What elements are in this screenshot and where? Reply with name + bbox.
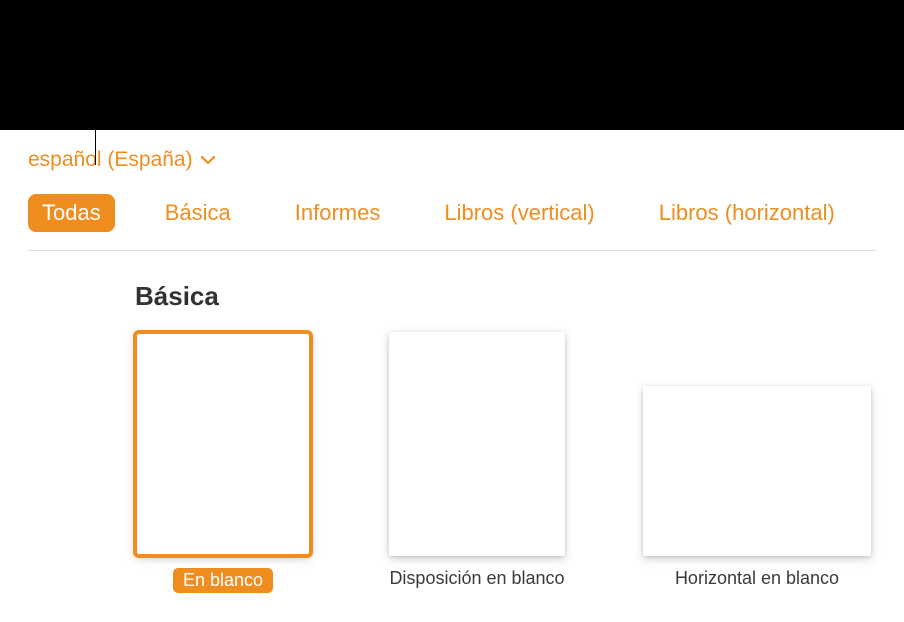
tab-libros-vertical[interactable]: Libros (vertical) [430,194,608,232]
template-blank-horizontal[interactable]: Horizontal en blanco [643,332,871,589]
template-thumbnail-blank [135,332,311,556]
category-tabs: Todas Básica Informes Libros (vertical) … [28,194,876,251]
tab-libros-horizontal[interactable]: Libros (horizontal) [645,194,849,232]
template-label-blank-horizontal: Horizontal en blanco [675,568,839,589]
chevron-down-icon [201,155,215,165]
template-label-blank-layout: Disposición en blanco [389,568,564,589]
language-label: español (España) [28,148,193,172]
template-thumbnail-blank-layout [389,332,565,556]
callout-line [95,88,96,165]
tab-todas[interactable]: Todas [28,194,115,232]
template-label-blank: En blanco [173,568,273,593]
header: español (España) Todas Básica Informes L… [0,130,904,251]
template-blank[interactable]: En blanco [135,332,311,593]
template-thumbnail-blank-horizontal [643,386,871,556]
language-selector[interactable]: español (España) [28,148,215,172]
tab-basica[interactable]: Básica [151,194,245,232]
template-blank-layout[interactable]: Disposición en blanco [389,332,565,589]
templates-panel: Básica En blanco Disposición en blanco H… [0,251,904,593]
top-bar [0,0,904,130]
tab-informes[interactable]: Informes [281,194,395,232]
section-title: Básica [135,281,769,312]
template-grid: En blanco Disposición en blanco Horizont… [135,332,769,593]
